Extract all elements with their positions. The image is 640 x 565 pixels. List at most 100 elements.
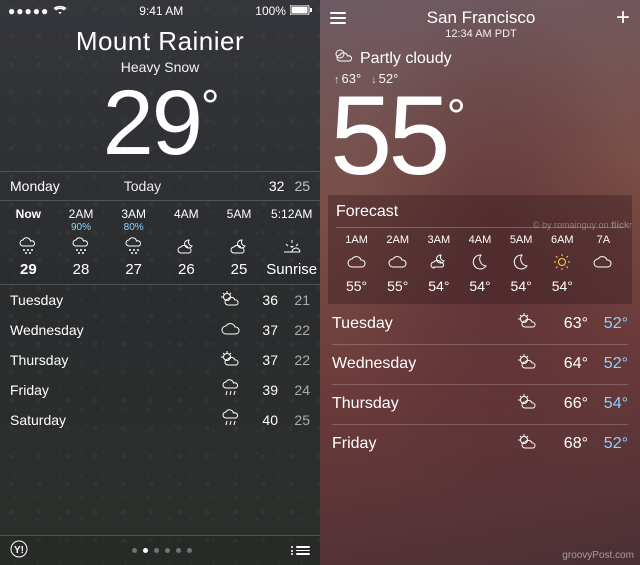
hourly-cell: 3AM80%27: [107, 207, 160, 278]
status-time: 9:41 AM: [139, 4, 183, 18]
hour-temp: 54°: [542, 278, 583, 294]
hour-label: 6AM: [542, 234, 583, 246]
hourly-cell: 4AM 54°: [459, 234, 500, 294]
hourly-cell: 5AM54°: [501, 234, 542, 294]
day-low: 52°: [588, 315, 628, 333]
hourly-cell: 4AM 26: [160, 207, 213, 278]
page-dot[interactable]: [187, 548, 192, 553]
daily-row[interactable]: Thursday 3722: [10, 345, 310, 375]
hour-label: 4AM: [160, 207, 213, 221]
cloud-icon: [583, 250, 624, 274]
daily-forecast-list[interactable]: Tuesday 3621 Wednesday3722 Thursday 3722 Frid…: [0, 285, 320, 435]
day-high: 36: [246, 292, 278, 308]
day-label: Tuesday: [10, 292, 216, 308]
page-dot[interactable]: [132, 548, 137, 553]
hourly-forecast-strip[interactable]: Now292AM90%283AM80%274AM265AM255:12AMSun…: [0, 201, 320, 285]
cloud-night-icon: [213, 236, 266, 258]
daily-row[interactable]: Wednesday3722: [10, 315, 310, 345]
local-time: 12:34 AM PDT: [346, 28, 616, 40]
day-low: 25: [278, 412, 310, 428]
snow-icon: [107, 236, 160, 258]
hour-temp: 28: [55, 261, 108, 278]
hour-label: 7A: [583, 234, 624, 246]
moon-cloud-icon: [418, 250, 459, 274]
moon-icon: [459, 250, 500, 274]
page-indicator[interactable]: [132, 548, 192, 553]
hourly-forecast-strip[interactable]: 1AM55°2AM55°3AM54°4AM54°5AM54°6AM54°7A: [336, 234, 624, 294]
watermark-text: groovyPost.com: [562, 550, 634, 561]
wifi-icon: [53, 4, 67, 18]
precip-chance: 80%: [107, 222, 160, 233]
page-dot[interactable]: [176, 548, 181, 553]
precip-chance: 90%: [55, 222, 108, 233]
daily-forecast-list[interactable]: Tuesday63°52°Wednesday64°52°Thursday66°5…: [320, 304, 640, 464]
hour-label: 5AM: [501, 234, 542, 246]
day-high: 68°: [548, 435, 588, 453]
hour-temp: 54°: [459, 278, 500, 294]
daily-row[interactable]: Friday3924: [10, 375, 310, 405]
list-icon[interactable]: [296, 546, 310, 555]
hour-label: Now: [2, 207, 55, 221]
day-low: 52°: [588, 435, 628, 453]
day-low: 22: [278, 352, 310, 368]
menu-icon[interactable]: [330, 8, 346, 24]
hour-temp: 54°: [418, 278, 459, 294]
precip-chance: [160, 222, 213, 233]
hour-temp: 55°: [377, 278, 418, 294]
daily-row[interactable]: Wednesday64°52°: [332, 344, 628, 384]
sunrise-icon: [265, 236, 318, 258]
precip-chance: [213, 222, 266, 233]
page-dot[interactable]: [165, 548, 170, 553]
yahoo-logo-icon[interactable]: Y!: [10, 540, 28, 561]
add-location-icon[interactable]: +: [616, 8, 630, 26]
daily-row[interactable]: Saturday4025: [10, 405, 310, 435]
hour-temp: 55°: [336, 278, 377, 294]
page-dot[interactable]: [154, 548, 159, 553]
hour-temp: 25: [213, 261, 266, 278]
hour-label: 3AM: [107, 207, 160, 221]
hour-temp: 29: [2, 261, 55, 278]
ios-weather-app: ●●●●● 9:41 AM 100% Mount Rainier Heavy S…: [0, 0, 320, 565]
cloud-icon: [336, 250, 377, 274]
daily-row[interactable]: Tuesday 3621: [10, 285, 310, 315]
daily-row[interactable]: Thursday 66°54°: [332, 384, 628, 424]
hourly-cell: 2AM90% 28: [55, 207, 108, 278]
cloud-night-icon: [160, 236, 213, 258]
battery-icon: [290, 4, 312, 18]
hour-label: 2AM: [55, 207, 108, 221]
page-dot[interactable]: [143, 548, 148, 553]
hour-label: 4AM: [459, 234, 500, 246]
header-bar: San Francisco 12:34 AM PDT +: [320, 0, 640, 40]
sun-icon: [542, 250, 583, 274]
daily-row[interactable]: Tuesday63°52°: [332, 304, 628, 344]
hour-temp: 26: [160, 261, 213, 278]
signal-dots-icon: ●●●●●: [8, 4, 49, 18]
hour-label: 3AM: [418, 234, 459, 246]
day-high: 64°: [548, 355, 588, 373]
day-low: 21: [278, 292, 310, 308]
yahoo-weather-app: San Francisco 12:34 AM PDT + Partly clou…: [320, 0, 640, 565]
day-label: Friday: [10, 382, 216, 398]
day-label: Thursday: [10, 352, 216, 368]
moon-icon: [501, 250, 542, 274]
day-high: 66°: [548, 395, 588, 413]
day-label: Saturday: [10, 412, 216, 428]
partly-cloudy-icon: [508, 353, 548, 376]
today-label: Today: [124, 178, 161, 194]
cloud-icon: [377, 250, 418, 274]
day-label: Wednesday: [332, 355, 508, 373]
day-high: 39: [246, 382, 278, 398]
rain-icon: [216, 409, 246, 432]
hourly-cell: Now 29: [2, 207, 55, 278]
forecast-panel: Forecast 1AM55°2AM55°3AM54°4AM54°5AM54°6…: [328, 195, 632, 304]
city-name: Mount Rainier: [0, 26, 320, 57]
day-label: Tuesday: [332, 315, 508, 333]
day-label: Thursday: [332, 395, 508, 413]
svg-text:Y!: Y!: [14, 545, 24, 556]
current-temperature: 55°: [320, 86, 640, 187]
daily-row[interactable]: Friday68°52°: [332, 424, 628, 464]
day-high: 37: [246, 352, 278, 368]
hour-label: 1AM: [336, 234, 377, 246]
hourly-cell: 2AM55°: [377, 234, 418, 294]
day-low: 54°: [588, 395, 628, 413]
